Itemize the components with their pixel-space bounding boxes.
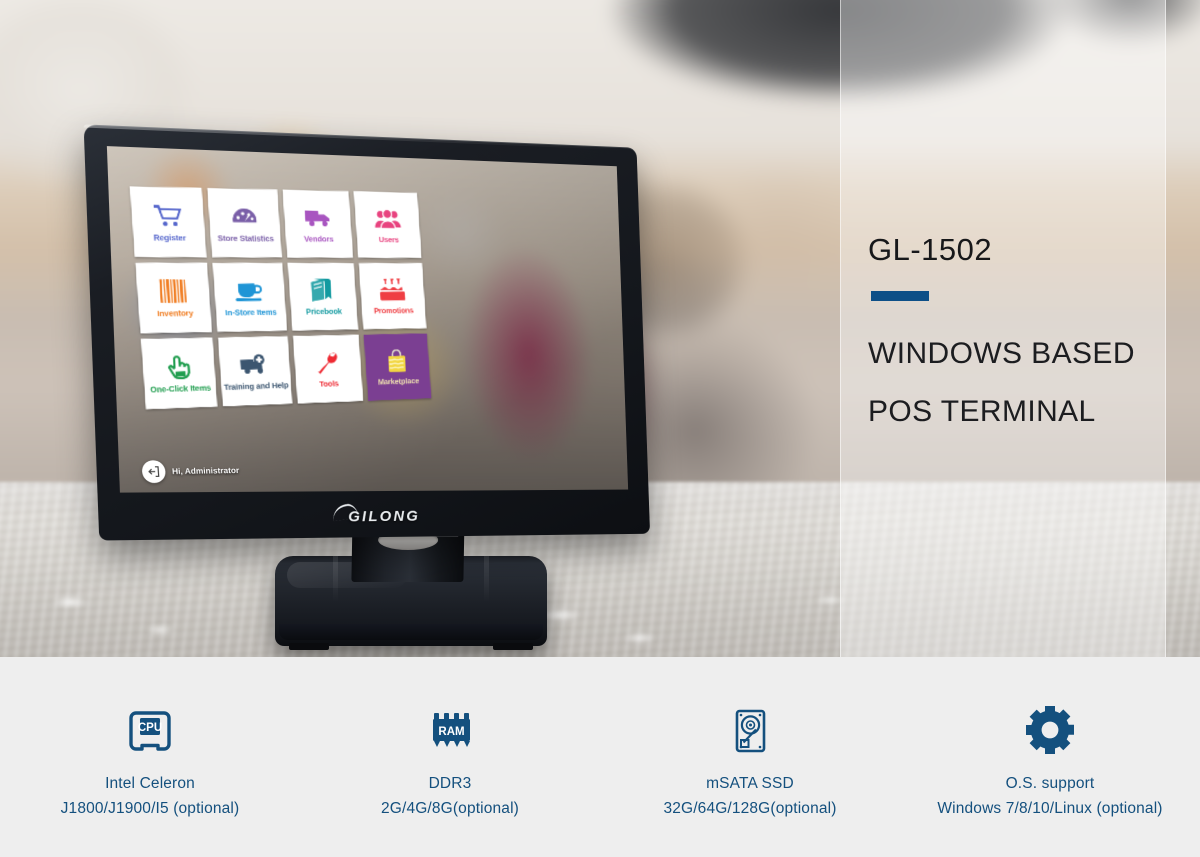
tile-label: Users [379,236,399,245]
base-foot-left [289,643,329,650]
product-banner: Register Store Statistics Vendors Users … [0,0,1200,857]
spec-detail: J1800/J1900/I5 (optional) [61,800,240,818]
tile-store-statistics[interactable]: Store Statistics [207,188,281,257]
spec-item-cpu: CPU Intel Celeron J1800/J1900/I5 (option… [0,657,300,857]
wrench-icon [315,349,341,377]
product-model-code: GL-1502 [868,232,992,268]
tile-label: Tools [319,379,339,389]
spec-title: O.S. support [1006,775,1095,793]
shopping-bag-icon [385,347,410,375]
tile-inventory[interactable]: Inventory [135,263,212,334]
people-icon [374,205,402,233]
base-groove-left [333,556,338,602]
base-lip [279,624,543,640]
spec-item-ram: RAM DDR3 2G/4G/8G(optional) [300,657,600,857]
product-headline: WINDOWS BASED POS TERMINAL [868,325,1135,441]
cpu-icon: CPU [123,700,177,758]
tile-register[interactable]: Register [130,186,207,257]
pointing-hand-icon [165,352,193,381]
ram-icon: RAM [423,700,477,758]
bezel-top-highlight [84,124,637,150]
spec-item-storage: mSATA SSD 32G/64G/128G(optional) [600,657,900,857]
tile-in-store-items[interactable]: In-Store Items [213,263,287,332]
tile-label: In-Store Items [225,308,277,318]
pos-terminal-device: Register Store Statistics Vendors Users … [80,120,660,657]
accent-underline [871,291,929,301]
tile-marketplace[interactable]: Marketplace [363,333,431,400]
svg-text:CPU: CPU [138,722,162,734]
tile-label: Training and Help [224,381,289,392]
tile-label: Promotions [374,306,414,315]
barcode-icon [159,277,188,306]
book-icon [310,276,335,304]
taskbar-greeting: Hi, Administrator [172,465,240,476]
headline-line-1: WINDOWS BASED [868,325,1135,383]
spec-detail: 2G/4G/8G(optional) [381,800,519,818]
tile-label: Store Statistics [217,234,274,244]
shopping-cart-icon [154,201,183,230]
birthday-cake-icon [378,276,406,303]
gauge-icon [230,202,259,231]
spec-title: Intel Celeron [105,775,195,793]
gear-icon [1022,700,1078,758]
tile-label: Register [153,233,186,243]
touchscreen-display[interactable]: Register Store Statistics Vendors Users … [107,146,628,493]
tile-label: One-Click Items [150,383,211,395]
tile-vendors[interactable]: Vendors [282,190,353,258]
tile-label: Marketplace [378,377,420,387]
tile-label: Vendors [304,235,334,244]
tile-promotions[interactable]: Promotions [358,263,426,329]
base-foot-right [493,643,533,650]
tile-one-click-items[interactable]: One-Click Items [141,338,218,410]
specifications-bar: CPU Intel Celeron J1800/J1900/I5 (option… [0,657,1200,857]
monitor-bezel: Register Store Statistics Vendors Users … [84,124,651,540]
hero-section: Register Store Statistics Vendors Users … [0,0,1200,657]
spec-detail: Windows 7/8/10/Linux (optional) [937,800,1162,818]
tile-users[interactable]: Users [353,191,421,258]
coffee-cup-icon [235,277,265,305]
ambulance-icon [240,350,270,379]
tile-label: Inventory [157,309,194,319]
tile-training-and-help[interactable]: Training and Help [218,336,292,406]
spec-title: DDR3 [429,775,472,793]
spec-detail: 32G/64G/128G(optional) [663,800,836,818]
hard-disk-icon [723,700,777,758]
panel-divider-right [1165,0,1166,657]
screen-taskbar: Hi, Administrator [141,455,430,483]
tile-pricebook[interactable]: Pricebook [287,263,358,331]
base-groove-right [484,556,489,602]
delivery-truck-icon [303,204,332,232]
logout-button[interactable] [141,460,166,483]
svg-text:RAM: RAM [438,726,464,738]
spec-title: mSATA SSD [706,775,794,793]
pos-app-tile-grid: Register Store Statistics Vendors Users … [130,186,432,409]
tile-tools[interactable]: Tools [292,335,363,404]
spec-item-os: O.S. support Windows 7/8/10/Linux (optio… [900,657,1200,857]
brand-logo: GILONG [98,506,650,528]
headline-line-2: POS TERMINAL [868,383,1135,441]
tile-label: Pricebook [306,307,343,317]
panel-divider-left [840,0,841,657]
